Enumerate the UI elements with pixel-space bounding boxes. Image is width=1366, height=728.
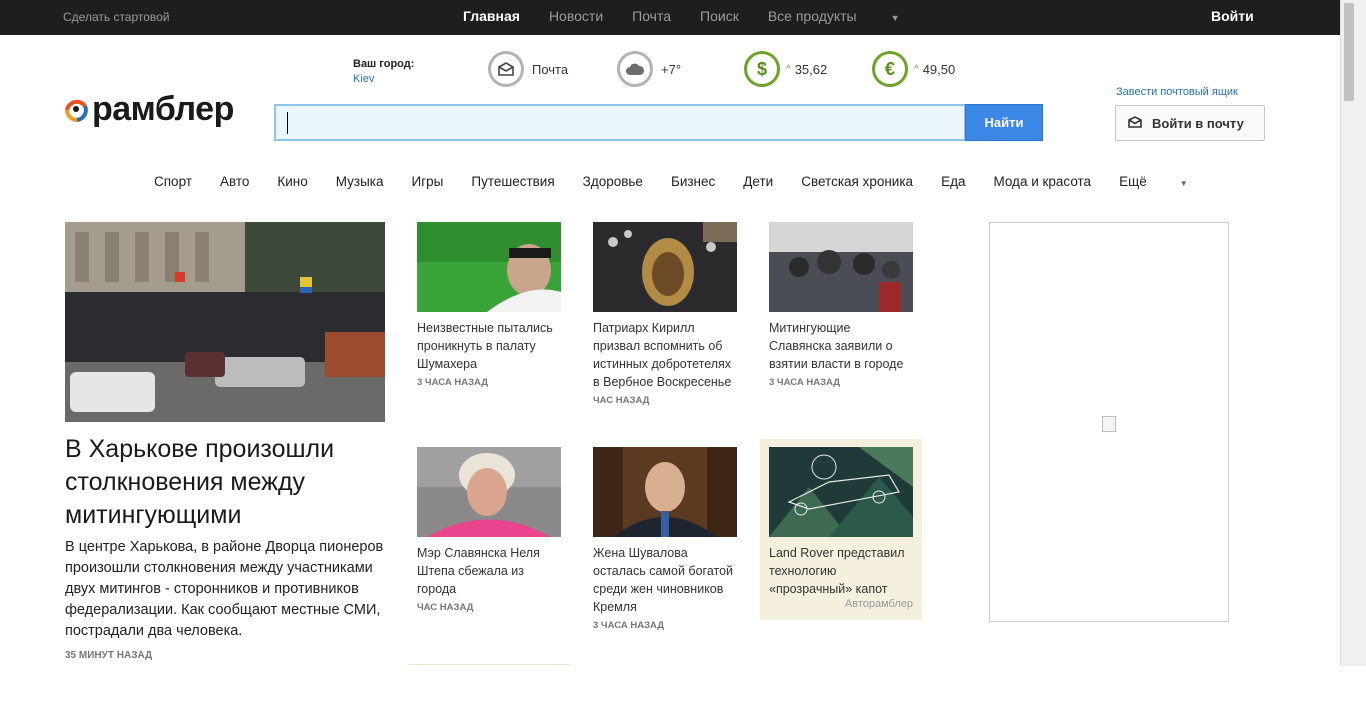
news-card-time: ЧАС НАЗАД	[417, 602, 474, 613]
usd-rate: 35,62	[794, 61, 828, 77]
news-card-image[interactable]	[593, 447, 737, 537]
news-card-title[interactable]: Патриарх Кирилл призвал вспомнить об ист…	[593, 319, 739, 391]
top-nav: Главная Новости Почта Поиск Все продукты…	[463, 8, 958, 24]
category-nav: Спорт Авто Кино Музыка Игры Путешествия …	[154, 174, 1244, 189]
main-story-image[interactable]	[65, 222, 385, 422]
scrollbar-thumb[interactable]	[1344, 3, 1354, 101]
promo-card-title[interactable]: Land Rover представил технологию «прозра…	[769, 544, 915, 598]
category-celebrity[interactable]: Светская хроника	[801, 174, 913, 189]
city-selector: Ваш город: Kiev	[353, 58, 414, 85]
category-travel[interactable]: Путешествия	[471, 174, 554, 189]
news-card[interactable]: Жена Шувалова осталась самой богатой сре…	[593, 447, 739, 631]
top-nav-search[interactable]: Поиск	[700, 8, 739, 24]
city-value[interactable]: Kiev	[353, 73, 414, 85]
search-button[interactable]: Найти	[965, 104, 1043, 141]
euro-icon: €	[872, 51, 908, 87]
envelope-icon	[1128, 115, 1142, 131]
arrow-up-icon: ^	[914, 63, 919, 75]
main-story-time: 35 МИНУТ НАЗАД	[65, 650, 153, 661]
scrollbar[interactable]	[1340, 0, 1366, 666]
news-card[interactable]: Патриарх Кирилл призвал вспомнить об ист…	[593, 222, 739, 406]
search-input[interactable]	[274, 104, 966, 141]
promo-card-content: Land Rover представил технологию «прозра…	[769, 447, 915, 598]
eur-widget[interactable]: € ^ 49,50	[872, 51, 955, 87]
category-health[interactable]: Здоровье	[583, 174, 643, 189]
news-card-time: 3 ЧАСА НАЗАД	[417, 377, 488, 388]
category-more[interactable]: Ещё ▼	[1119, 174, 1216, 189]
mail-login-button[interactable]: Войти в почту	[1115, 105, 1265, 141]
login-link[interactable]: Войти	[1211, 8, 1254, 24]
create-mailbox-link[interactable]: Завести почтовый ящик	[1116, 86, 1238, 98]
category-fashion[interactable]: Мода и красота	[993, 174, 1091, 189]
category-kids[interactable]: Дети	[743, 174, 773, 189]
category-food[interactable]: Еда	[941, 174, 965, 189]
category-more-label: Ещё	[1119, 174, 1147, 189]
promo-card-source[interactable]: Авторамблер	[845, 598, 913, 610]
mail-login-label: Войти в почту	[1152, 115, 1244, 131]
news-card[interactable]: Неизвестные пытались проникнуть в палату…	[417, 222, 563, 388]
eur-rate: 49,50	[922, 61, 956, 77]
news-card-title[interactable]: Жена Шувалова осталась самой богатой сре…	[593, 544, 739, 616]
chevron-down-icon: ▼	[890, 13, 900, 23]
all-products-label: Все продукты	[767, 8, 857, 24]
mail-widget[interactable]: Почта	[488, 51, 568, 87]
usd-widget[interactable]: $ ^ 35,62	[744, 51, 827, 87]
category-sport[interactable]: Спорт	[154, 174, 192, 189]
news-card-image[interactable]	[769, 222, 913, 312]
category-auto[interactable]: Авто	[220, 174, 249, 189]
news-card-title[interactable]: Митингующие Славянска заявили о взятии в…	[769, 319, 915, 373]
news-card-time: 3 ЧАСА НАЗАД	[593, 620, 664, 631]
weather-temp: +7°	[661, 61, 682, 77]
text-cursor	[287, 112, 288, 134]
news-card-title[interactable]: Неизвестные пытались проникнуть в палату…	[417, 319, 563, 373]
news-card-title[interactable]: Мэр Славянска Неля Штепа сбежала из горо…	[417, 544, 563, 598]
broken-image-icon	[1102, 416, 1116, 432]
news-card-image[interactable]	[417, 222, 561, 312]
city-label: Ваш город:	[353, 58, 415, 70]
top-bar: Сделать стартовой Главная Новости Почта …	[0, 0, 1340, 35]
news-card-time: ЧАС НАЗАД	[593, 395, 650, 406]
weather-widget[interactable]: +7°	[617, 51, 681, 87]
promo-card[interactable]: Land Rover представил технологию «прозра…	[760, 439, 922, 620]
category-games[interactable]: Игры	[412, 174, 444, 189]
top-nav-news[interactable]: Новости	[549, 8, 603, 24]
category-cinema[interactable]: Кино	[277, 174, 307, 189]
chevron-down-icon: ▼	[1179, 179, 1188, 188]
divider	[408, 664, 570, 665]
main-story-lead: В центре Харькова, в районе Дворца пионе…	[65, 539, 384, 639]
cloud-icon	[617, 51, 653, 87]
top-nav-mail[interactable]: Почта	[632, 8, 671, 24]
category-business[interactable]: Бизнес	[671, 174, 715, 189]
main-story-title[interactable]: В Харькове произошли столкновения между …	[65, 433, 395, 532]
logo-text: рамблер	[92, 90, 234, 128]
category-music[interactable]: Музыка	[336, 174, 384, 189]
promo-card-image[interactable]	[769, 447, 913, 537]
arrow-up-icon: ^	[786, 63, 791, 75]
rambler-logo-icon	[63, 96, 91, 126]
top-nav-all-products[interactable]: Все продукты ▼	[768, 8, 929, 24]
top-nav-home[interactable]: Главная	[463, 8, 520, 24]
news-card-image[interactable]	[417, 447, 561, 537]
mail-widget-label: Почта	[532, 61, 569, 77]
make-start-link[interactable]: Сделать стартовой	[63, 10, 170, 24]
news-card[interactable]: Митингующие Славянска заявили о взятии в…	[769, 222, 915, 388]
rambler-logo[interactable]: рамблер	[63, 92, 234, 126]
envelope-icon	[488, 51, 524, 87]
news-card-time: 3 ЧАСА НАЗАД	[769, 377, 840, 388]
dollar-icon: $	[744, 51, 780, 87]
news-card[interactable]: Мэр Славянска Неля Штепа сбежала из горо…	[417, 447, 563, 613]
news-card-image[interactable]	[593, 222, 737, 312]
ad-banner[interactable]	[989, 222, 1229, 622]
